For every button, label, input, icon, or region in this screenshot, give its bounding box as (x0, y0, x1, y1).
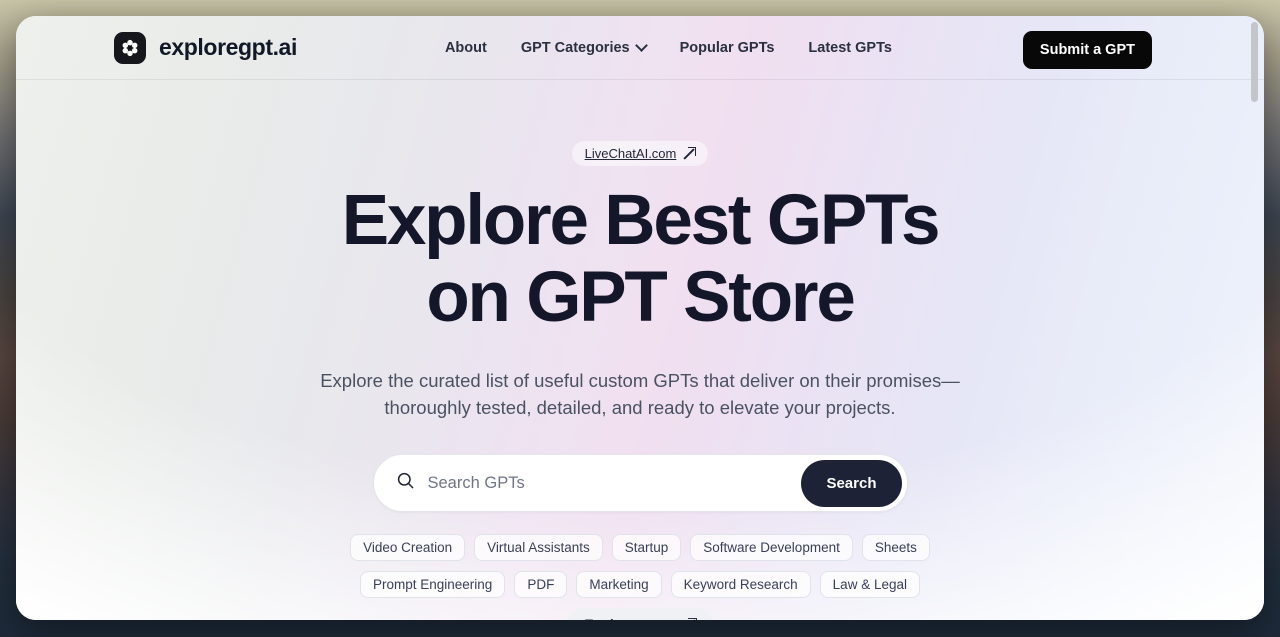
arrow-up-right-icon (684, 147, 697, 159)
nav-item-popular-gpts[interactable]: Popular GPTs (680, 40, 775, 56)
nav-item-gpt-categories[interactable]: GPT Categories (520, 39, 648, 56)
page-subtitle-line-1: Explore the curated list of useful custo… (320, 369, 960, 391)
main-nav: About GPT Categories Popular GPTs Latest… (445, 39, 892, 56)
page-title: Explore Best GPTs on GPT Store (16, 182, 1264, 337)
brand-logo-link[interactable]: exploregpt.ai (114, 31, 297, 64)
brand-name: exploregpt.ai (159, 34, 297, 60)
arrow-up-right-icon (685, 617, 697, 620)
page-subtitle-line-2: thoroughly tested, detailed, and ready t… (384, 396, 896, 418)
tag-chip[interactable]: Virtual Assistants (474, 534, 603, 562)
nav-item-latest-gpts[interactable]: Latest GPTs (808, 40, 892, 56)
rosette-logo-icon (114, 31, 146, 64)
tag-chip[interactable]: Video Creation (350, 534, 466, 562)
explore-more-container: Explore more (16, 608, 1264, 620)
tag-chip[interactable]: Marketing (576, 571, 662, 599)
search-submit-button[interactable]: Search (801, 460, 902, 508)
search-container: Search (16, 454, 1264, 513)
tag-chip[interactable]: Sheets (861, 534, 930, 562)
tag-chip[interactable]: Prompt Engineering (360, 571, 506, 599)
explore-more-button[interactable]: Explore more (567, 608, 713, 620)
source-badge[interactable]: LiveChatAI.com (571, 141, 709, 166)
tag-row-2: Prompt Engineering PDF Marketing Keyword… (16, 571, 1264, 599)
submit-gpt-button[interactable]: Submit a GPT (1022, 31, 1152, 69)
source-badge-label: LiveChatAI.com (584, 146, 677, 161)
nav-item-popular-gpts-label: Popular GPTs (679, 39, 775, 56)
page-surface: exploregpt.ai About GPT Categories Popul… (16, 16, 1264, 620)
page-title-line-2: on GPT Store (426, 258, 855, 338)
tag-chip[interactable]: Startup (611, 534, 682, 562)
search-icon (396, 471, 415, 495)
vertical-scrollbar[interactable] (1248, 16, 1262, 620)
page-subtitle: Explore the curated list of useful custo… (16, 367, 1264, 421)
nav-item-about[interactable]: About (445, 40, 487, 56)
site-header: exploregpt.ai About GPT Categories Popul… (16, 16, 1264, 80)
search-bar: Search (372, 454, 908, 513)
tag-row-1: Video Creation Virtual Assistants Startu… (16, 534, 1264, 562)
nav-item-gpt-categories-label: GPT Categories (520, 39, 630, 56)
nav-item-latest-gpts-label: Latest GPTs (808, 39, 892, 56)
tag-chip[interactable]: Software Development (690, 534, 853, 562)
hero-section: LiveChatAI.com Explore Best GPTs on GPT … (16, 80, 1264, 620)
browser-window: exploregpt.ai About GPT Categories Popul… (16, 16, 1264, 620)
scrollbar-thumb[interactable] (1251, 22, 1258, 102)
page-title-line-1: Explore Best GPTs (341, 181, 941, 260)
tag-list: Video Creation Virtual Assistants Startu… (16, 534, 1264, 599)
chevron-down-icon (634, 39, 648, 52)
explore-more-label: Explore more (584, 616, 673, 620)
tag-chip[interactable]: Law & Legal (819, 571, 920, 599)
nav-item-about-label: About (444, 39, 487, 56)
tag-chip[interactable]: Keyword Research (670, 571, 811, 599)
tag-chip[interactable]: PDF (514, 571, 568, 599)
